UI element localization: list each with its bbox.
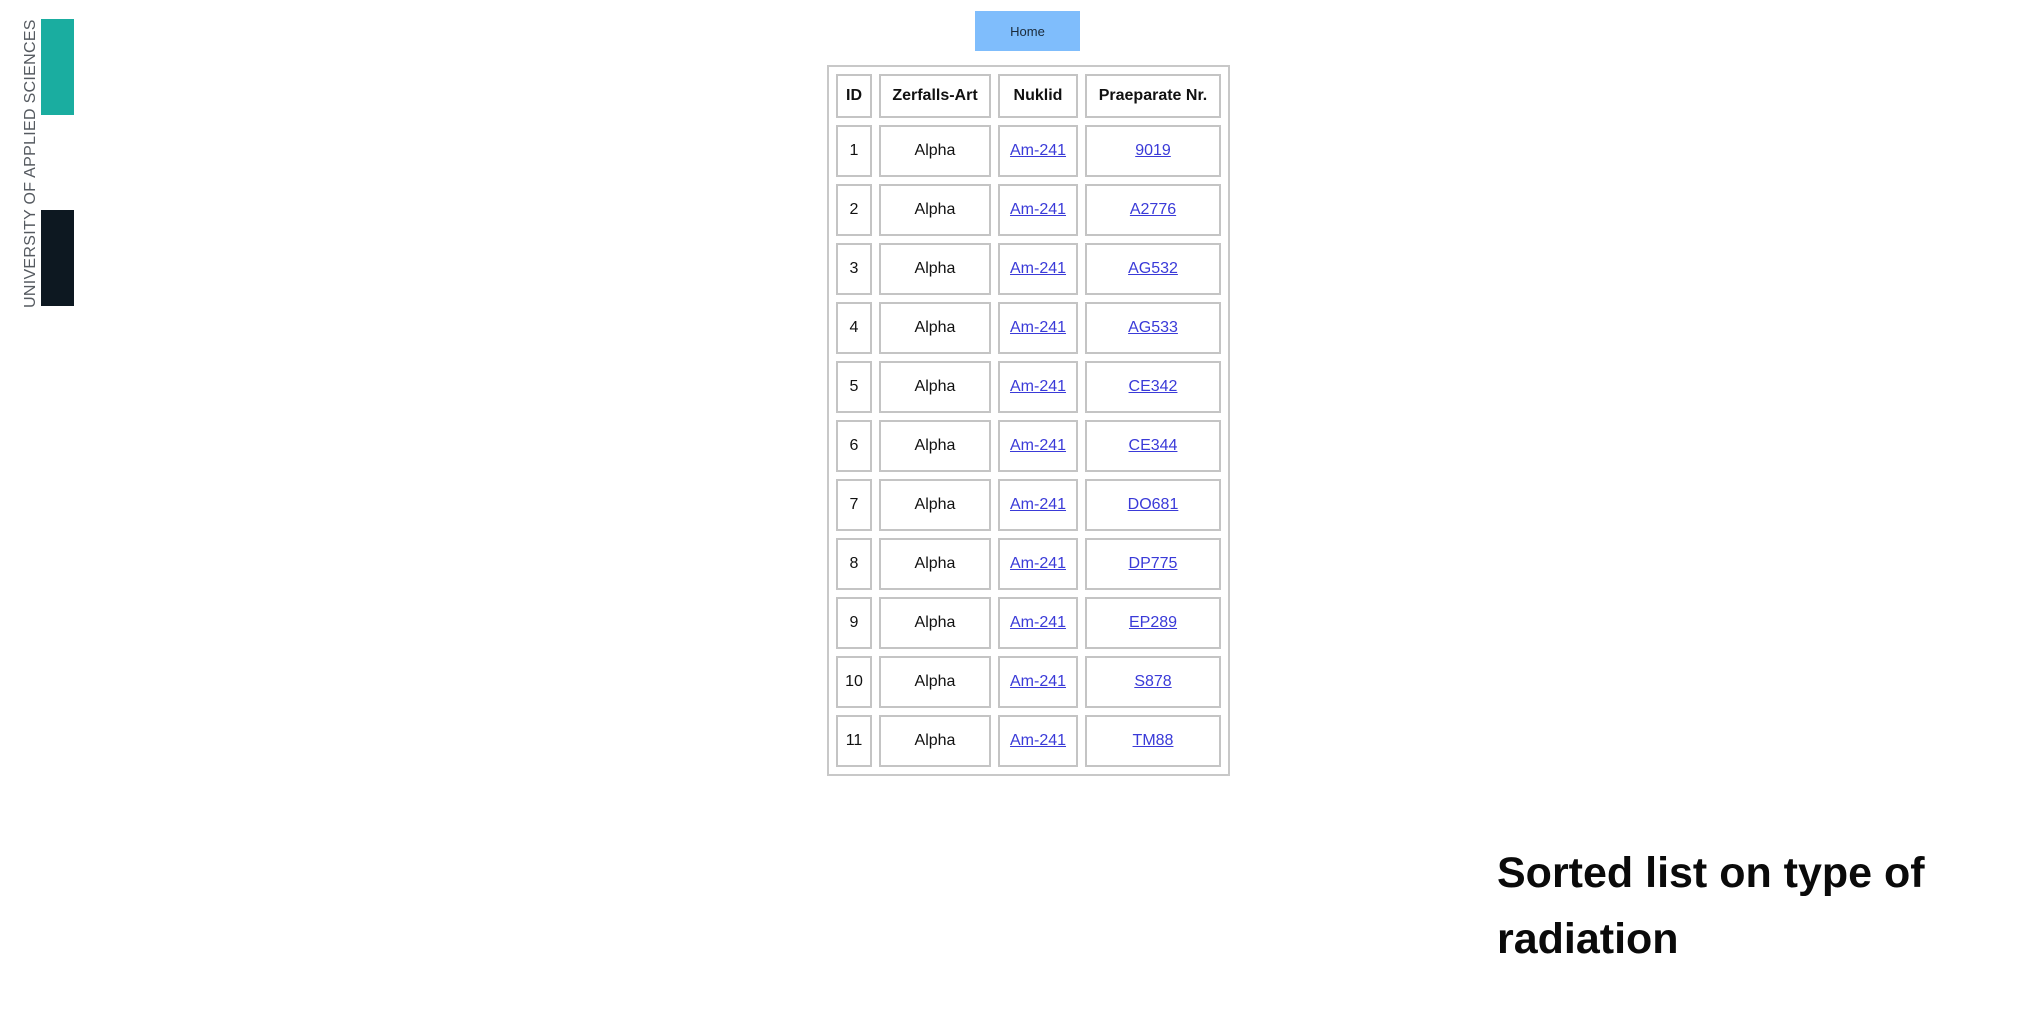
slide-caption: Sorted list on type of radiation <box>1497 840 1997 972</box>
praeparat-link[interactable]: DO681 <box>1128 496 1179 513</box>
cell-id: 9 <box>836 597 872 649</box>
cell-praeparate-nr: S878 <box>1085 656 1221 708</box>
praeparat-link[interactable]: A2776 <box>1130 201 1176 218</box>
praeparat-link[interactable]: 9019 <box>1135 142 1171 159</box>
nuklid-link[interactable]: Am-241 <box>1010 732 1066 749</box>
table-row: 2 Alpha Am-241 A2776 <box>836 184 1221 236</box>
cell-id: 10 <box>836 656 872 708</box>
cell-nuklid: Am-241 <box>998 125 1078 177</box>
cell-praeparate-nr: CE342 <box>1085 361 1221 413</box>
nuklid-link[interactable]: Am-241 <box>1010 437 1066 454</box>
table-row: 6 Alpha Am-241 CE344 <box>836 420 1221 472</box>
table-row: 5 Alpha Am-241 CE342 <box>836 361 1221 413</box>
cell-id: 6 <box>836 420 872 472</box>
cell-nuklid: Am-241 <box>998 302 1078 354</box>
cell-zerfalls-art: Alpha <box>879 597 991 649</box>
cell-id: 3 <box>836 243 872 295</box>
nuklid-link[interactable]: Am-241 <box>1010 496 1066 513</box>
nuklid-link[interactable]: Am-241 <box>1010 555 1066 572</box>
cell-nuklid: Am-241 <box>998 479 1078 531</box>
table-row: 11 Alpha Am-241 TM88 <box>836 715 1221 767</box>
nuklid-link[interactable]: Am-241 <box>1010 260 1066 277</box>
nuklid-link[interactable]: Am-241 <box>1010 142 1066 159</box>
cell-zerfalls-art: Alpha <box>879 656 991 708</box>
cell-id: 11 <box>836 715 872 767</box>
logo-bar-teal <box>41 19 74 115</box>
cell-zerfalls-art: Alpha <box>879 420 991 472</box>
praeparat-link[interactable]: CE342 <box>1129 378 1178 395</box>
header-nuklid[interactable]: Nuklid <box>998 74 1078 118</box>
table-header-row: ID Zerfalls-Art Nuklid Praeparate Nr. <box>836 74 1221 118</box>
cell-id: 4 <box>836 302 872 354</box>
cell-praeparate-nr: EP289 <box>1085 597 1221 649</box>
caption-line-1: Sorted list on type of <box>1497 849 1925 897</box>
cell-praeparate-nr: CE344 <box>1085 420 1221 472</box>
praeparat-link[interactable]: S878 <box>1134 673 1171 690</box>
header-id[interactable]: ID <box>836 74 872 118</box>
table-row: 10 Alpha Am-241 S878 <box>836 656 1221 708</box>
table-row: 7 Alpha Am-241 DO681 <box>836 479 1221 531</box>
cell-nuklid: Am-241 <box>998 243 1078 295</box>
cell-zerfalls-art: Alpha <box>879 715 991 767</box>
cell-nuklid: Am-241 <box>998 420 1078 472</box>
cell-nuklid: Am-241 <box>998 597 1078 649</box>
cell-praeparate-nr: 9019 <box>1085 125 1221 177</box>
cell-nuklid: Am-241 <box>998 538 1078 590</box>
cell-zerfalls-art: Alpha <box>879 184 991 236</box>
table-row: 4 Alpha Am-241 AG533 <box>836 302 1221 354</box>
table-row: 1 Alpha Am-241 9019 <box>836 125 1221 177</box>
nuklid-link[interactable]: Am-241 <box>1010 673 1066 690</box>
praeparat-link[interactable]: AG532 <box>1128 260 1178 277</box>
university-logo: UNIVERSITY OF APPLIED SCIENCES <box>0 0 90 310</box>
cell-nuklid: Am-241 <box>998 656 1078 708</box>
cell-id: 1 <box>836 125 872 177</box>
cell-zerfalls-art: Alpha <box>879 479 991 531</box>
logo-partial-text <box>3 308 13 403</box>
cell-id: 2 <box>836 184 872 236</box>
praeparat-link[interactable]: EP289 <box>1129 614 1177 631</box>
cell-id: 8 <box>836 538 872 590</box>
cell-praeparate-nr: A2776 <box>1085 184 1221 236</box>
cell-zerfalls-art: Alpha <box>879 361 991 413</box>
header-zerfalls-art[interactable]: Zerfalls-Art <box>879 74 991 118</box>
caption-line-2: radiation <box>1497 915 1679 963</box>
table-body: 1 Alpha Am-241 9019 2 Alpha Am-241 A2776 3 Alpha A… <box>836 125 1221 767</box>
cell-praeparate-nr: AG532 <box>1085 243 1221 295</box>
logo-bar-dark <box>41 210 74 306</box>
cell-nuklid: Am-241 <box>998 715 1078 767</box>
nuklid-link[interactable]: Am-241 <box>1010 201 1066 218</box>
praeparat-link[interactable]: TM88 <box>1133 732 1174 749</box>
cell-praeparate-nr: AG533 <box>1085 302 1221 354</box>
cell-zerfalls-art: Alpha <box>879 243 991 295</box>
praeparat-link[interactable]: CE344 <box>1129 437 1178 454</box>
cell-nuklid: Am-241 <box>998 361 1078 413</box>
header-praeparate-nr[interactable]: Praeparate Nr. <box>1085 74 1221 118</box>
cell-praeparate-nr: DO681 <box>1085 479 1221 531</box>
cell-nuklid: Am-241 <box>998 184 1078 236</box>
table-row: 8 Alpha Am-241 DP775 <box>836 538 1221 590</box>
table-row: 3 Alpha Am-241 AG532 <box>836 243 1221 295</box>
cell-id: 5 <box>836 361 872 413</box>
cell-zerfalls-art: Alpha <box>879 302 991 354</box>
table-row: 9 Alpha Am-241 EP289 <box>836 597 1221 649</box>
praeparat-link[interactable]: DP775 <box>1129 555 1178 572</box>
nuklid-link[interactable]: Am-241 <box>1010 378 1066 395</box>
logo-university-text: UNIVERSITY OF APPLIED SCIENCES <box>22 19 39 308</box>
radiation-table: ID Zerfalls-Art Nuklid Praeparate Nr. 1A… <box>827 65 1230 776</box>
page: UNIVERSITY OF APPLIED SCIENCES Home ID Z… <box>0 0 2029 1011</box>
cell-zerfalls-art: Alpha <box>879 538 991 590</box>
cell-id: 7 <box>836 479 872 531</box>
nuklid-link[interactable]: Am-241 <box>1010 614 1066 631</box>
nuklid-link[interactable]: Am-241 <box>1010 319 1066 336</box>
radiation-table-container: ID Zerfalls-Art Nuklid Praeparate Nr. 1A… <box>827 65 1230 776</box>
home-button[interactable]: Home <box>975 11 1080 51</box>
praeparat-link[interactable]: AG533 <box>1128 319 1178 336</box>
cell-zerfalls-art: Alpha <box>879 125 991 177</box>
cell-praeparate-nr: TM88 <box>1085 715 1221 767</box>
cell-praeparate-nr: DP775 <box>1085 538 1221 590</box>
